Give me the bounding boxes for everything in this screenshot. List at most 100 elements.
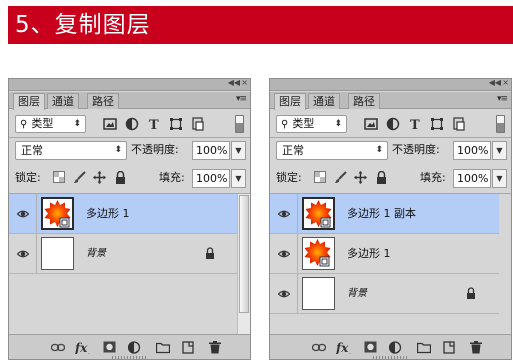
image-filter-icon[interactable] xyxy=(103,117,117,131)
layer-name[interactable]: 多边形 1 xyxy=(347,247,391,261)
layer-row[interactable]: 背景 xyxy=(270,274,499,314)
mask-icon[interactable] xyxy=(103,341,117,354)
layer-row[interactable]: 多边形 1 副本 xyxy=(270,194,499,234)
lock-all-icon[interactable] xyxy=(115,170,129,185)
trash-icon[interactable] xyxy=(470,341,484,354)
collapse-icon[interactable]: ◀◀ xyxy=(228,79,240,87)
filter-row: ⚲ 类型 ⬍ T xyxy=(9,112,250,136)
divider xyxy=(36,194,37,233)
layers-panel-right: ◀◀ × 图层 通道 路径 ▾≡ ⚲ 类型 ⬍ T 正常 ⬍ 不透明度: 100% ▼ 锁定: 填充: 100% ▼… xyxy=(269,78,512,360)
new-layer-icon[interactable] xyxy=(443,341,457,354)
opacity-dropdown-button[interactable]: ▼ xyxy=(492,141,507,160)
tab-2[interactable]: 路径 xyxy=(348,93,380,109)
lock-row: 锁定: 填充: 100% ▼ xyxy=(9,167,250,191)
filter-row: ⚲ 类型 ⬍ T xyxy=(270,112,511,136)
eye-icon[interactable] xyxy=(277,208,291,220)
lock-icon xyxy=(466,287,476,300)
smart-object-filter-icon[interactable] xyxy=(452,117,466,131)
link-icon[interactable] xyxy=(311,341,327,354)
eye-icon[interactable] xyxy=(277,248,291,260)
fill-dropdown-button[interactable]: ▼ xyxy=(231,169,246,188)
filter-toggle-switch[interactable] xyxy=(496,115,505,133)
lock-all-icon[interactable] xyxy=(376,170,390,185)
fill-dropdown-button[interactable]: ▼ xyxy=(492,169,507,188)
image-filter-icon[interactable] xyxy=(364,117,378,131)
adjustment-filter-icon[interactable] xyxy=(125,117,139,131)
filter-type-label: 类型 xyxy=(292,117,315,130)
adjustment-filter-icon[interactable] xyxy=(386,117,400,131)
folder-icon[interactable] xyxy=(155,341,171,354)
adjustment-icon[interactable] xyxy=(388,341,403,354)
mask-icon[interactable] xyxy=(364,341,378,354)
smart-object-filter-icon[interactable] xyxy=(191,117,205,131)
trash-icon[interactable] xyxy=(209,341,223,354)
adjustment-icon[interactable] xyxy=(127,341,142,354)
svg-text:.: . xyxy=(88,349,90,354)
layer-thumbnail[interactable] xyxy=(302,237,335,270)
panel-menu-icon[interactable]: ▾≡ xyxy=(236,94,247,104)
panel-titlebar[interactable]: ◀◀ × xyxy=(9,79,250,91)
tab-0[interactable]: 图层 xyxy=(274,93,306,110)
layer-name[interactable]: 背景 xyxy=(347,287,367,301)
fx-icon[interactable]: fx. xyxy=(335,341,351,356)
opacity-input[interactable]: 100% xyxy=(453,141,491,160)
opacity-dropdown-button[interactable]: ▼ xyxy=(231,141,246,160)
scrollbar-thumb[interactable] xyxy=(239,195,249,313)
filter-type-label: 类型 xyxy=(31,117,54,130)
layers-scrollbar[interactable] xyxy=(237,194,250,334)
blend-mode-select[interactable]: 正常 ⬍ xyxy=(276,141,388,160)
lock-paint-icon[interactable] xyxy=(73,171,87,185)
svg-text:T: T xyxy=(149,118,159,131)
shape-filter-icon[interactable] xyxy=(430,117,444,131)
fx-icon[interactable]: fx. xyxy=(74,341,90,356)
layers-list: 多边形 1 副本 多边形 1 背景 xyxy=(270,194,511,334)
new-layer-icon[interactable] xyxy=(182,341,196,354)
link-icon[interactable] xyxy=(50,341,66,354)
layer-name[interactable]: 多边形 1 xyxy=(86,207,130,221)
type-filter-icon[interactable]: T xyxy=(147,117,161,133)
resize-grip[interactable] xyxy=(112,356,148,359)
lock-transparency-icon[interactable] xyxy=(53,171,67,185)
lock-transparency-icon[interactable] xyxy=(314,171,328,185)
panel-titlebar[interactable]: ◀◀ × xyxy=(270,79,511,91)
eye-icon[interactable] xyxy=(16,248,30,260)
panel-menu-icon[interactable]: ▾≡ xyxy=(497,94,508,104)
opacity-input[interactable]: 100% xyxy=(192,141,230,160)
fill-input[interactable]: 100% xyxy=(453,169,491,188)
layer-thumbnail[interactable] xyxy=(41,197,74,230)
updown-icon: ⬍ xyxy=(114,145,122,155)
layer-thumbnail[interactable] xyxy=(302,277,335,310)
layer-name[interactable]: 多边形 1 副本 xyxy=(347,207,416,221)
layer-row[interactable]: 多边形 1 xyxy=(270,234,499,274)
close-icon[interactable]: × xyxy=(502,79,509,87)
lock-paint-icon[interactable] xyxy=(334,171,348,185)
eye-icon[interactable] xyxy=(16,208,30,220)
tab-2[interactable]: 路径 xyxy=(87,93,119,109)
layer-name[interactable]: 背景 xyxy=(86,247,106,261)
filter-type-select[interactable]: ⚲ 类型 ⬍ xyxy=(15,115,86,133)
resize-grip[interactable] xyxy=(373,356,409,359)
tab-1[interactable]: 通道 xyxy=(308,93,340,109)
layer-row[interactable]: 多边形 1 xyxy=(9,194,238,234)
filter-toggle-switch[interactable] xyxy=(235,115,244,133)
tab-1[interactable]: 通道 xyxy=(47,93,79,109)
filter-type-select[interactable]: ⚲ 类型 ⬍ xyxy=(276,115,347,133)
layer-thumbnail[interactable] xyxy=(302,197,335,230)
blend-mode-select[interactable]: 正常 ⬍ xyxy=(15,141,127,160)
lock-position-icon[interactable] xyxy=(354,171,368,185)
folder-icon[interactable] xyxy=(416,341,432,354)
layer-row[interactable]: 背景 xyxy=(9,234,238,274)
fill-input[interactable]: 100% xyxy=(192,169,230,188)
type-filter-icon[interactable]: T xyxy=(408,117,422,133)
title-banner: 5、复制图层 xyxy=(8,6,513,44)
blend-row: 正常 ⬍ 不透明度: 100% ▼ xyxy=(9,139,250,163)
divider xyxy=(297,194,298,233)
divider xyxy=(297,274,298,313)
collapse-icon[interactable]: ◀◀ xyxy=(489,79,501,87)
close-icon[interactable]: × xyxy=(241,79,248,87)
lock-position-icon[interactable] xyxy=(93,171,107,185)
layer-thumbnail[interactable] xyxy=(41,237,74,270)
shape-filter-icon[interactable] xyxy=(169,117,183,131)
tab-0[interactable]: 图层 xyxy=(13,93,45,110)
eye-icon[interactable] xyxy=(277,288,291,300)
